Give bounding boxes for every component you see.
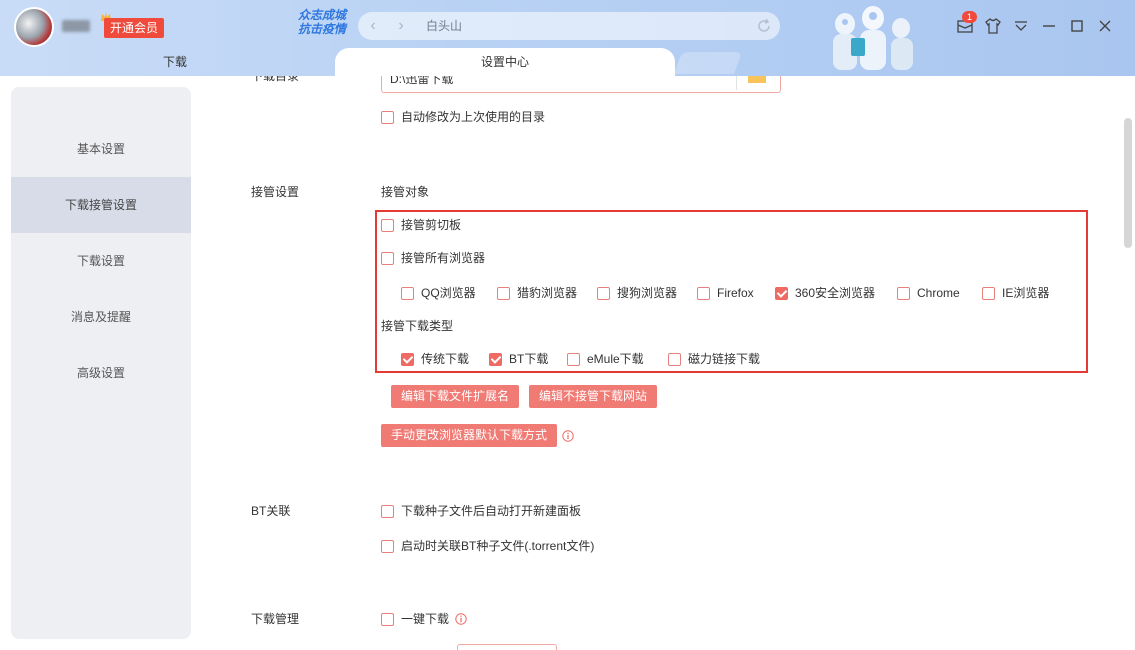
refresh-icon[interactable]	[756, 18, 772, 34]
one-click-download-label: 一键下载	[401, 611, 449, 627]
address-bar[interactable]: ‹ › 白头山	[358, 12, 780, 40]
type-option-emule[interactable]: eMule下载	[567, 351, 644, 367]
browser-checkbox[interactable]	[597, 287, 610, 300]
download-path-text[interactable]: D:\迅雷下载	[390, 76, 453, 87]
browser-option-qq[interactable]: QQ浏览器	[401, 285, 476, 301]
browser-label: QQ浏览器	[421, 285, 476, 301]
path-divider	[736, 76, 737, 90]
edit-extensions-button[interactable]: 编辑下载文件扩展名	[391, 385, 519, 408]
close-icon[interactable]	[1095, 16, 1115, 36]
takeover-types-label: 接管下载类型	[381, 318, 453, 334]
browser-checkbox[interactable]	[897, 287, 910, 300]
auto-modify-dir-option[interactable]: 自动修改为上次使用的目录	[381, 109, 545, 125]
settings-content: 下载目录 D:\迅雷下载 自动修改为上次使用的目录 接管设置 接管对象 接管剪切…	[191, 76, 1121, 650]
browser-label: Chrome	[917, 285, 960, 301]
browser-label: Firefox	[717, 285, 754, 301]
download-path-input[interactable]: D:\迅雷下载	[381, 76, 781, 93]
back-arrow-icon[interactable]: ‹	[364, 17, 382, 35]
sidebar-item-download-takeover[interactable]: 下载接管设置	[11, 177, 191, 233]
vip-button[interactable]: 开通会员	[104, 18, 164, 38]
tab-placeholder	[674, 52, 742, 74]
browser-option-chrome[interactable]: Chrome	[897, 285, 960, 301]
browser-label: IE浏览器	[1002, 285, 1049, 301]
type-option-magnet[interactable]: 磁力链接下载	[668, 351, 760, 367]
takeover-targets-label: 接管对象	[381, 184, 429, 200]
browser-checkbox[interactable]	[401, 287, 414, 300]
forward-arrow-icon[interactable]: ›	[392, 17, 410, 35]
download-dir-label: 下载目录	[251, 76, 299, 84]
browser-checkbox[interactable]	[497, 287, 510, 300]
scrollbar-thumb[interactable]	[1124, 118, 1132, 248]
type-option-bt[interactable]: BT下载	[489, 351, 548, 367]
type-checkbox[interactable]	[567, 353, 580, 366]
type-label: 磁力链接下载	[688, 351, 760, 367]
username-blurred[interactable]	[62, 20, 90, 32]
manual-change-browser-default-button[interactable]: 手动更改浏览器默认下载方式	[381, 424, 557, 447]
edit-excluded-sites-button[interactable]: 编辑不接管下载网站	[529, 385, 657, 408]
tab-download[interactable]: 下载	[0, 48, 350, 76]
vertical-scrollbar[interactable]	[1122, 76, 1135, 650]
info-icon[interactable]	[562, 430, 574, 442]
browser-label: 猎豹浏览器	[517, 285, 577, 301]
auto-modify-dir-checkbox[interactable]	[381, 111, 394, 124]
auto-modify-dir-label: 自动修改为上次使用的目录	[401, 109, 545, 125]
maximize-icon[interactable]	[1067, 16, 1087, 36]
takeover-all-browsers-option[interactable]: 接管所有浏览器	[381, 250, 485, 266]
download-mgmt-section-label: 下载管理	[251, 611, 299, 627]
bt-auto-open-option[interactable]: 下载种子文件后自动打开新建面板	[381, 503, 581, 519]
bt-section-label: BT关联	[251, 503, 290, 519]
browser-option-ie[interactable]: IE浏览器	[982, 285, 1049, 301]
one-click-download-option[interactable]: 一键下载	[381, 611, 449, 627]
bt-auto-open-checkbox[interactable]	[381, 505, 394, 518]
browser-checkbox[interactable]	[697, 287, 710, 300]
takeover-clipboard-option[interactable]: 接管剪切板	[381, 217, 461, 233]
title-bar: 开通会员 众志成城 抗击疫情 ‹ › 白头山 1	[0, 0, 1135, 76]
browser-checkbox[interactable]	[775, 287, 788, 300]
type-checkbox[interactable]	[668, 353, 681, 366]
skin-shirt-icon[interactable]	[983, 16, 1003, 36]
bt-auto-open-label: 下载种子文件后自动打开新建面板	[401, 503, 581, 519]
browser-label: 搜狗浏览器	[617, 285, 677, 301]
sidebar-item-messages-reminders[interactable]: 消息及提醒	[11, 289, 191, 345]
browser-option-sogou[interactable]: 搜狗浏览器	[597, 285, 677, 301]
takeover-clipboard-checkbox[interactable]	[381, 219, 394, 232]
minimize-icon[interactable]	[1039, 16, 1059, 36]
takeover-clipboard-label: 接管剪切板	[401, 217, 461, 233]
bt-associate-label: 启动时关联BT种子文件(.torrent文件)	[401, 538, 594, 554]
browser-label: 360安全浏览器	[795, 285, 875, 301]
medical-staff-illustration	[815, 2, 925, 72]
one-click-download-checkbox[interactable]	[381, 613, 394, 626]
type-option-traditional[interactable]: 传统下载	[401, 351, 469, 367]
takeover-all-browsers-label: 接管所有浏览器	[401, 250, 485, 266]
slogan: 众志成城 抗击疫情	[290, 8, 354, 36]
takeover-all-browsers-checkbox[interactable]	[381, 252, 394, 265]
info-icon[interactable]	[455, 613, 467, 625]
dropdown-menu-icon[interactable]	[1011, 16, 1031, 36]
browser-option-firefox[interactable]: Firefox	[697, 285, 754, 301]
mail-badge: 1	[962, 11, 977, 23]
settings-sidebar: 基本设置 下载接管设置 下载设置 消息及提醒 高级设置	[11, 87, 191, 639]
browser-checkbox[interactable]	[982, 287, 995, 300]
bt-associate-checkbox[interactable]	[381, 540, 394, 553]
type-label: BT下载	[509, 351, 548, 367]
bt-associate-option[interactable]: 启动时关联BT种子文件(.torrent文件)	[381, 538, 594, 554]
partially-visible-field[interactable]	[457, 644, 557, 650]
slogan-line-2: 抗击疫情	[290, 22, 354, 36]
type-label: eMule下载	[587, 351, 644, 367]
takeover-section-label: 接管设置	[251, 184, 299, 200]
type-label: 传统下载	[421, 351, 469, 367]
tab-settings-center[interactable]: 设置中心	[335, 48, 675, 76]
sidebar-item-download-settings[interactable]: 下载设置	[11, 233, 191, 289]
sidebar-item-advanced-settings[interactable]: 高级设置	[11, 345, 191, 401]
user-avatar[interactable]	[14, 7, 54, 47]
address-text[interactable]: 白头山	[426, 18, 462, 34]
type-checkbox[interactable]	[489, 353, 502, 366]
slogan-line-1: 众志成城	[290, 8, 354, 22]
browser-option-liebao[interactable]: 猎豹浏览器	[497, 285, 577, 301]
folder-icon[interactable]	[746, 76, 768, 84]
sidebar-item-basic-settings[interactable]: 基本设置	[11, 121, 191, 177]
browser-option-360[interactable]: 360安全浏览器	[775, 285, 875, 301]
type-checkbox[interactable]	[401, 353, 414, 366]
